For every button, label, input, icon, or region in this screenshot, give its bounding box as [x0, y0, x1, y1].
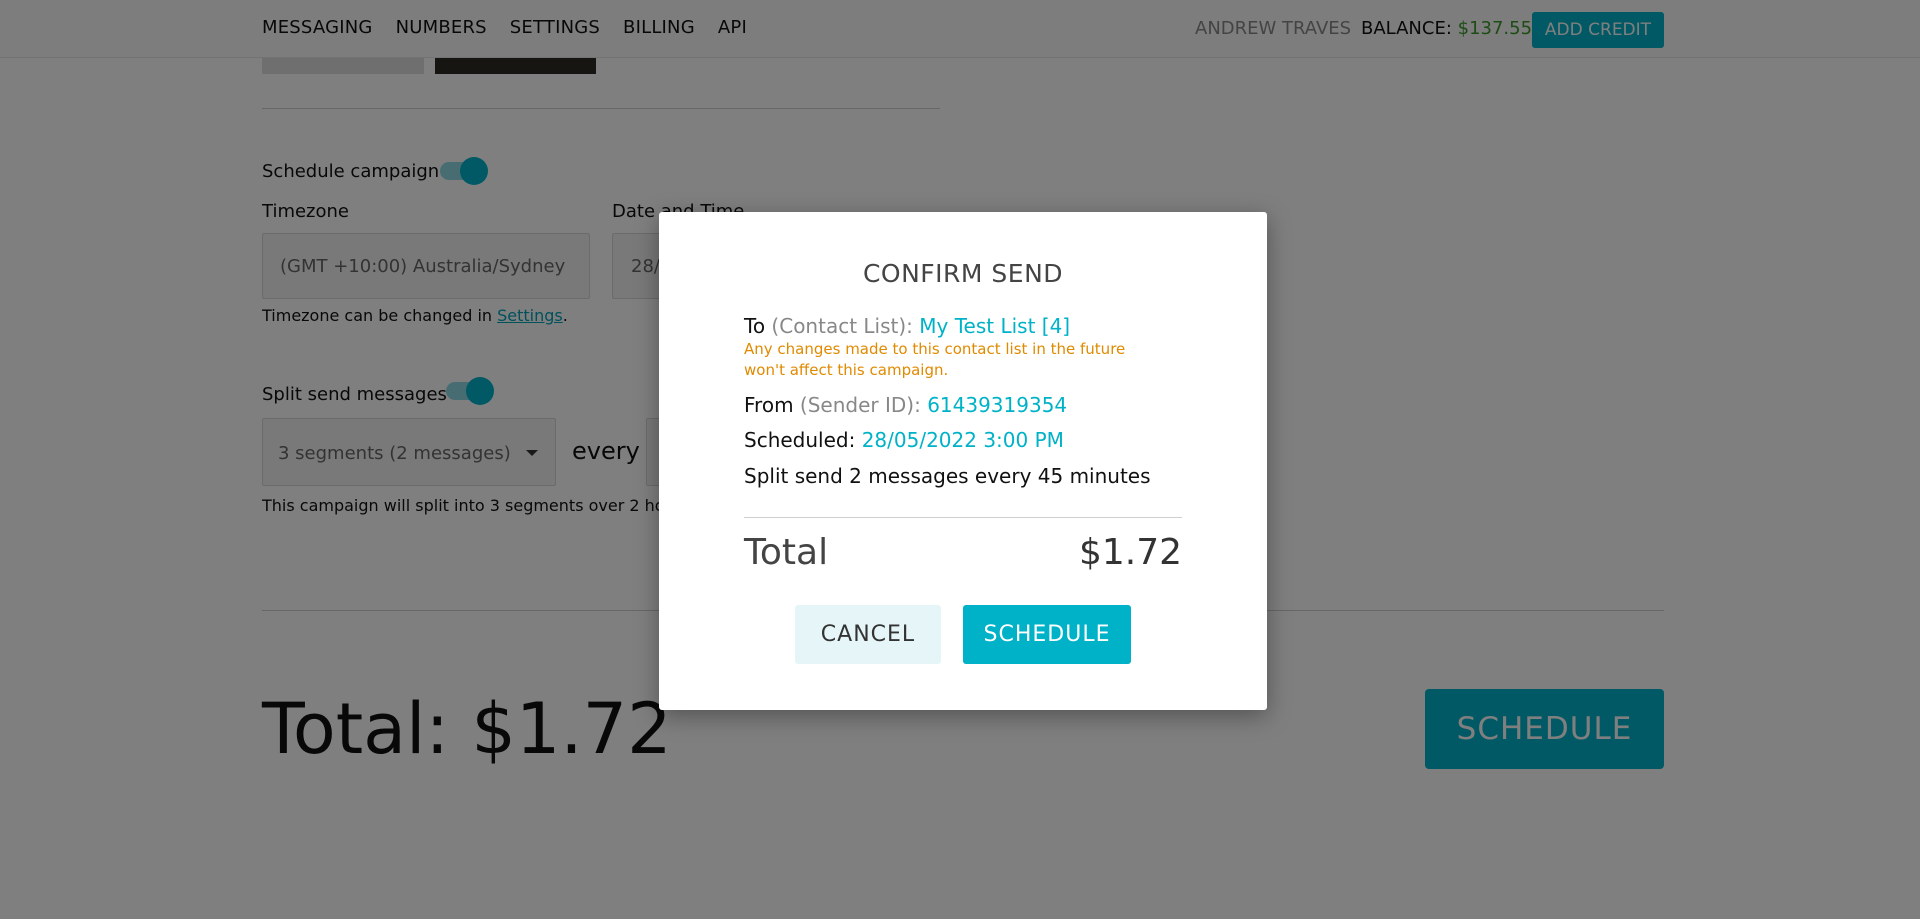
to-type: (Contact List):	[771, 314, 913, 338]
scheduled-row: Scheduled: 28/05/2022 3:00 PM	[744, 428, 1064, 452]
confirm-send-dialog: CONFIRM SEND To (Contact List): My Test …	[659, 212, 1267, 710]
split-send-summary: Split send 2 messages every 45 minutes	[744, 464, 1151, 488]
dialog-divider	[744, 517, 1182, 518]
dialog-title: CONFIRM SEND	[862, 259, 1064, 288]
sender-row: From (Sender ID): 61439319354	[744, 393, 1067, 417]
confirm-schedule-button[interactable]: SCHEDULE	[963, 605, 1131, 664]
to-prefix: To	[744, 314, 766, 338]
sender-id-value: 61439319354	[927, 393, 1068, 417]
dialog-total-value: $1.72	[1078, 532, 1182, 573]
cancel-button[interactable]: CANCEL	[795, 605, 941, 664]
from-prefix: From	[744, 393, 794, 417]
scheduled-value: 28/05/2022 3:00 PM	[861, 428, 1064, 452]
contact-list-warning: Any changes made to this contact list in…	[744, 340, 1126, 379]
recipient-row: To (Contact List): My Test List [4]	[744, 314, 1070, 338]
dialog-total-label: Total	[744, 532, 829, 573]
contact-list-name: My Test List [4]	[919, 314, 1071, 338]
from-type: (Sender ID):	[799, 393, 921, 417]
scheduled-prefix: Scheduled:	[744, 428, 856, 452]
